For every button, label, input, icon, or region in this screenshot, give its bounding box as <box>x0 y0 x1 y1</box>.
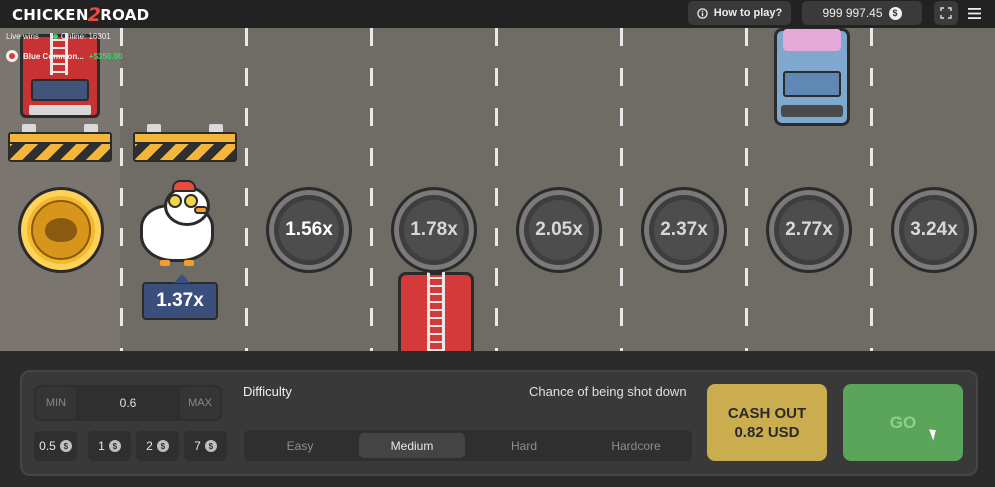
online-dot-icon <box>52 34 58 39</box>
hamburger-menu-icon <box>967 7 981 19</box>
start-coin <box>18 187 104 273</box>
dollar-coin-icon: $ <box>888 6 902 20</box>
win-amount: +$350.00 <box>88 51 123 61</box>
top-bar: CHICKEN2ROAD How to play? 999 997.45 $ <box>0 0 995 28</box>
difficulty-hard[interactable]: Hard <box>471 433 577 458</box>
cash-out-amount: 0.82 USD <box>734 423 800 441</box>
current-multiplier-badge: 1.37x <box>142 274 218 320</box>
menu-button[interactable] <box>962 1 986 25</box>
multiplier-manhole[interactable]: 1.78x <box>391 187 477 273</box>
fire-truck <box>20 33 100 118</box>
difficulty-hardcore[interactable]: Hardcore <box>583 433 689 458</box>
fullscreen-icon <box>940 7 952 19</box>
multiplier-label: 2.37x <box>660 219 708 240</box>
live-win-entry: Blue Common... +$350.00 <box>6 50 122 62</box>
cash-out-button[interactable]: CASH OUT 0.82 USD <box>707 384 827 461</box>
chicken-player <box>138 180 218 266</box>
multiplier-manhole[interactable]: 2.77x <box>766 187 852 273</box>
difficulty-easy[interactable]: Easy <box>247 433 353 458</box>
multiplier-label: 2.05x <box>535 219 583 240</box>
lane-divider <box>620 28 623 351</box>
dollar-coin-icon: $ <box>204 440 217 452</box>
balance-display: 999 997.45 $ <box>802 1 922 25</box>
dollar-coin-icon: $ <box>108 440 121 452</box>
multiplier-manhole[interactable]: 3.24x <box>891 187 977 273</box>
multiplier-label: 2.77x <box>785 219 833 240</box>
quick-bet-button[interactable]: 2 $ <box>136 431 179 461</box>
live-wins-label: Live wins <box>6 32 39 41</box>
multiplier-label: 1.56x <box>285 219 333 240</box>
online-count: Online: 16301 <box>52 32 111 41</box>
cash-out-label: CASH OUT <box>727 404 807 422</box>
roast-chicken-icon <box>45 218 77 242</box>
winner-name: Blue Common... <box>23 51 84 61</box>
game-screen: 1.37x 1.56x 1.78x 2.05x 2.37x 2.77x 3.24… <box>0 0 995 487</box>
how-to-play-label: How to play? <box>713 7 783 19</box>
ice-cream-truck <box>774 28 850 126</box>
quick-bet-button[interactable]: 7 $ <box>184 431 227 461</box>
road-barrier <box>133 124 237 164</box>
quick-bet-button[interactable]: 1 $ <box>88 431 131 461</box>
difficulty-label: Difficulty <box>243 384 292 399</box>
lane-divider <box>370 28 373 351</box>
avatar <box>6 50 18 62</box>
multiplier-manhole[interactable]: 2.37x <box>641 187 727 273</box>
dollar-coin-icon: $ <box>59 440 72 452</box>
bet-min-button[interactable]: MIN <box>36 387 76 419</box>
go-button[interactable]: GO <box>843 384 963 461</box>
game-logo: CHICKEN2ROAD <box>12 4 150 26</box>
lane-divider <box>745 28 748 351</box>
how-to-play-button[interactable]: How to play? <box>688 1 791 25</box>
info-icon <box>697 7 708 19</box>
bet-max-button[interactable]: MAX <box>180 387 220 419</box>
lane-divider <box>245 28 248 351</box>
chance-label: Chance of being shot down <box>529 384 687 399</box>
lane-divider <box>495 28 498 351</box>
multiplier-label: 1.78x <box>410 219 458 240</box>
multiplier-manhole[interactable]: 2.05x <box>516 187 602 273</box>
multiplier-label: 3.24x <box>910 219 958 240</box>
difficulty-medium[interactable]: Medium <box>359 433 465 458</box>
quick-bet-button[interactable]: 0.5 $ <box>34 431 77 461</box>
bet-amount-input[interactable]: 0.6 <box>78 387 178 419</box>
live-wins-panel: Live wins Online: 16301 Blue Common... +… <box>6 32 122 62</box>
dollar-coin-icon: $ <box>156 440 169 452</box>
lane-divider <box>870 28 873 351</box>
fire-truck <box>398 271 474 362</box>
multiplier-manhole[interactable]: 1.56x <box>266 187 352 273</box>
lane-divider <box>120 28 123 351</box>
road-barrier <box>8 124 112 164</box>
balance-value: 999 997.45 <box>822 6 883 20</box>
fullscreen-button[interactable] <box>934 1 958 25</box>
